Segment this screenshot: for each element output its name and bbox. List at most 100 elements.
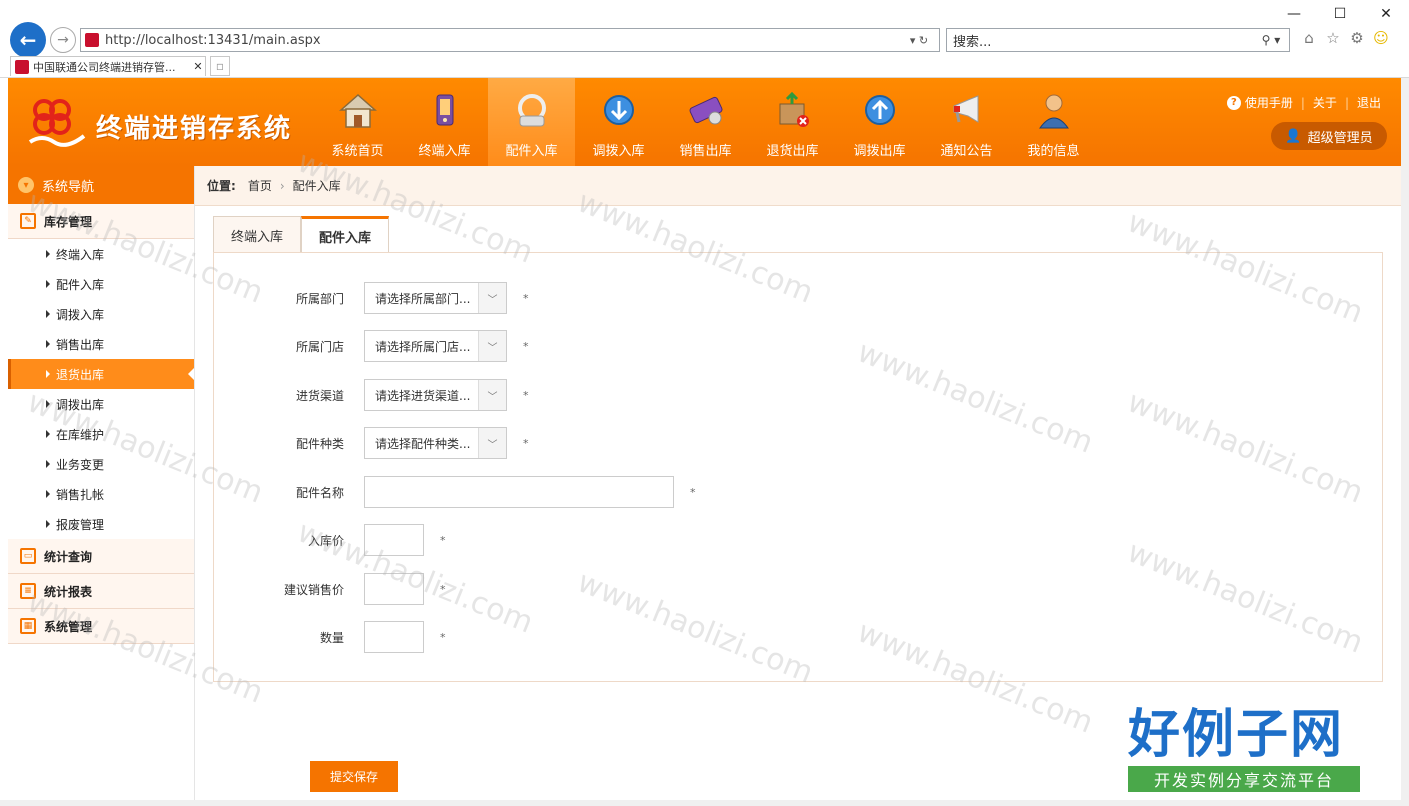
submit-button[interactable]: 提交保存 (310, 761, 398, 792)
chevron-down-icon: ﹀ (478, 428, 506, 458)
sidebar-group-inventory[interactable]: ✎ 库存管理 (8, 204, 194, 239)
name-label: 配件名称 (295, 485, 344, 500)
sidebar-item-sales-close[interactable]: 销售扎帐 (8, 479, 194, 509)
suggest-price-input[interactable] (364, 573, 424, 605)
divider: | (1344, 95, 1349, 110)
sidebar-group-query[interactable]: ▭ 统计查询 (8, 539, 194, 574)
topnav-home[interactable]: 系统首页 (314, 78, 401, 166)
app-header: 终端进销存系统 系统首页 终端入库 配件入库 调拨入库 销售出库 退货出库 调拨 (8, 78, 1401, 166)
gear-icon[interactable]: ⚙ (1348, 28, 1366, 48)
topnav-label: 系统首页 (331, 144, 384, 159)
browser-chrome: — ☐ ✕ ← → http://localhost:13431/main.as… (0, 0, 1409, 78)
edit-icon: ✎ (20, 213, 36, 229)
tab-terminal-in[interactable]: 终端入库 (213, 216, 301, 253)
sidebar-item-label: 退货出库 (56, 367, 105, 382)
tab-accessory-in[interactable]: 配件入库 (301, 216, 389, 254)
sidebar-header: ▾ 系统导航 (8, 166, 194, 204)
suggest-label: 建议销售价 (283, 582, 344, 597)
channel-select[interactable]: 请选择进货渠道... ﹀ (364, 379, 507, 411)
divider: | (1300, 95, 1305, 110)
chevron-down-icon: ﹀ (478, 331, 506, 361)
unicom-logo-icon (28, 99, 86, 147)
maximize-icon[interactable]: ☐ (1317, 0, 1363, 28)
sidebar-item-label: 终端入库 (56, 247, 105, 262)
channel-label: 进货渠道 (295, 388, 344, 403)
required-mark: * (523, 436, 529, 450)
form-row-store: 所属门店 请选择所属门店... ﹀ * (214, 330, 529, 362)
topnav-transfer-out[interactable]: 调拨出库 (836, 78, 923, 166)
sidebar-title: 系统导航 (42, 179, 95, 195)
system-title: 终端进销存系统 (96, 114, 293, 144)
sidebar-item-label: 报废管理 (56, 517, 105, 532)
sidebar-item-stock-maintain[interactable]: 在库维护 (8, 419, 194, 449)
sidebar-item-label: 销售出库 (56, 337, 105, 352)
browser-tab[interactable]: 中国联通公司终端进销存管... ✕ (10, 56, 206, 76)
topnav-transfer-in[interactable]: 调拨入库 (575, 78, 662, 166)
topnav-accessory-in[interactable]: 配件入库 (488, 78, 575, 166)
forward-arrow-icon[interactable]: → (50, 27, 76, 53)
breadcrumb-home[interactable]: 首页 (248, 177, 272, 194)
refresh-icon[interactable]: ▾ ↻ (899, 34, 939, 47)
manual-link[interactable]: 使用手册 (1245, 94, 1293, 111)
brand-name: 好例子网 (1128, 705, 1345, 765)
star-icon[interactable]: ☆ (1324, 28, 1342, 48)
top-navigation: 系统首页 终端入库 配件入库 调拨入库 销售出库 退货出库 调拨出库 通知公告 (314, 78, 1097, 166)
sidebar-item-scrap[interactable]: 报废管理 (8, 509, 194, 539)
address-bar[interactable]: http://localhost:13431/main.aspx ▾ ↻ (80, 28, 940, 52)
search-input[interactable]: 搜索... (953, 31, 1253, 50)
topnav-label: 调拨入库 (592, 144, 645, 159)
minimize-icon[interactable]: — (1271, 0, 1317, 28)
topnav-terminal-in[interactable]: 终端入库 (401, 78, 488, 166)
triangle-icon (46, 340, 50, 348)
sidebar-item-transfer-out[interactable]: 调拨出库 (8, 389, 194, 419)
help-icon: ? (1226, 95, 1241, 110)
browser-search[interactable]: 搜索... ⚲ ▾ (946, 28, 1290, 52)
favicon-icon (15, 59, 29, 74)
topnav-my-info[interactable]: 我的信息 (1010, 78, 1097, 166)
name-input[interactable] (364, 476, 674, 508)
sidebar-item-sale-out[interactable]: 销售出库 (8, 329, 194, 359)
back-arrow-icon[interactable]: ← (10, 22, 46, 58)
search-icon[interactable]: ⚲ ▾ (1253, 33, 1289, 47)
breadcrumb-label: 位置: (207, 179, 236, 193)
home-icon[interactable]: ⌂ (1300, 28, 1318, 48)
sidebar-group-system[interactable]: ▦ 系统管理 (8, 609, 194, 644)
form-row-suggest: 建议销售价 * (214, 573, 446, 605)
user-badge[interactable]: 👤 超级管理员 (1271, 122, 1387, 150)
sidebar-item-business-change[interactable]: 业务变更 (8, 449, 194, 479)
chat-icon: ▭ (20, 548, 36, 564)
price-input[interactable] (364, 524, 424, 556)
qty-input[interactable] (364, 621, 424, 653)
topnav-notice[interactable]: 通知公告 (923, 78, 1010, 166)
sidebar-item-transfer-in[interactable]: 调拨入库 (8, 299, 194, 329)
sidebar-item-label: 调拨出库 (56, 397, 105, 412)
transfer-in-icon (603, 95, 634, 125)
topnav-label: 配件入库 (505, 144, 558, 159)
dept-select[interactable]: 请选择所属部门... ﹀ (364, 282, 507, 314)
tab-close-icon[interactable]: ✕ (191, 60, 205, 73)
store-select[interactable]: 请选择所属门店... ﹀ (364, 330, 507, 362)
about-link[interactable]: 关于 (1313, 94, 1337, 111)
sidebar-item-return-out[interactable]: 退货出库 (8, 359, 194, 389)
required-mark: * (440, 582, 446, 596)
topnav-label: 通知公告 (940, 144, 993, 159)
topnav-label: 我的信息 (1027, 144, 1080, 159)
topnav-sale-out[interactable]: 销售出库 (662, 78, 749, 166)
sidebar-item-accessory-in[interactable]: 配件入库 (8, 269, 194, 299)
new-tab-icon[interactable]: ▫ (210, 56, 230, 76)
scrollbar[interactable] (1401, 78, 1409, 806)
smiley-icon[interactable]: ☺ (1372, 28, 1390, 48)
topnav-label: 调拨出库 (853, 144, 906, 159)
topnav-return-out[interactable]: 退货出库 (749, 78, 836, 166)
close-icon[interactable]: ✕ (1363, 0, 1409, 28)
form-row-qty: 数量 * (214, 621, 446, 653)
sidebar-item-terminal-in[interactable]: 终端入库 (8, 239, 194, 269)
address-url[interactable]: http://localhost:13431/main.aspx (105, 33, 899, 48)
list-icon: ≡ (20, 583, 36, 599)
form-row-name: 配件名称 * (214, 476, 696, 508)
logout-link[interactable]: 退出 (1357, 94, 1381, 111)
triangle-icon (46, 370, 50, 378)
sidebar-group-report[interactable]: ≡ 统计报表 (8, 574, 194, 609)
qty-label: 数量 (319, 630, 344, 645)
type-select[interactable]: 请选择配件种类... ﹀ (364, 427, 507, 459)
